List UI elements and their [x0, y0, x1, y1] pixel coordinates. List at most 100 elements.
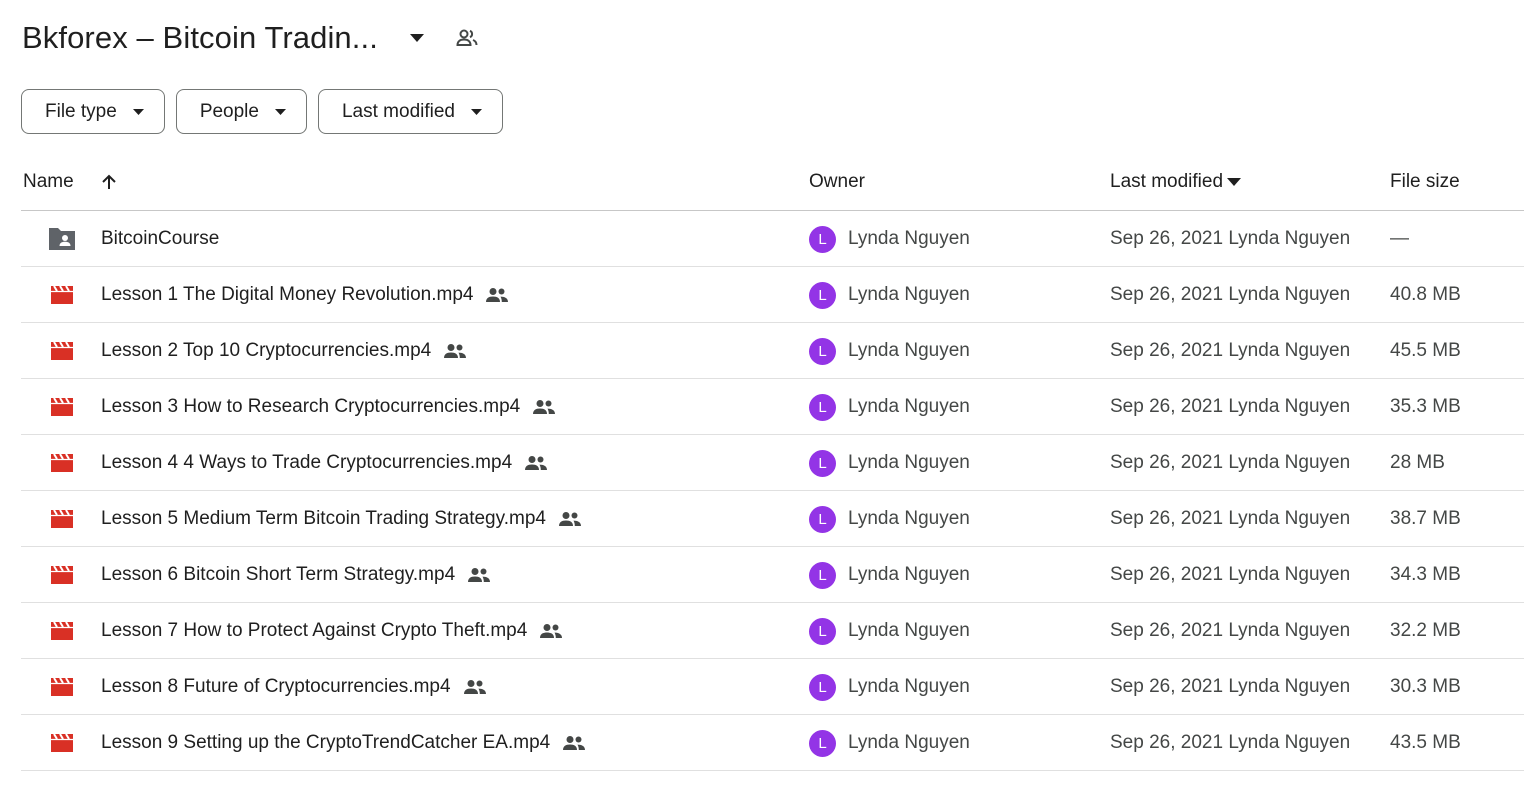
last-modified-cell: Sep 26, 2021 Lynda Nguyen	[1110, 732, 1351, 753]
last-modified-cell: Sep 26, 2021 Lynda Nguyen	[1110, 676, 1351, 697]
file-name: Lesson 5 Medium Term Bitcoin Trading Str…	[101, 508, 546, 529]
last-modified-filter[interactable]: Last modified	[317, 89, 503, 134]
file-name-cell[interactable]: Lesson 2 Top 10 Cryptocurrencies.mp4	[101, 323, 467, 379]
owner-name: Lynda Nguyen	[848, 228, 970, 249]
video-file-icon	[47, 659, 77, 715]
shared-people-icon[interactable]	[454, 25, 480, 51]
owner-name: Lynda Nguyen	[848, 676, 970, 697]
file-size-column-label: File size	[1390, 171, 1460, 192]
file-list: Name Owner Last modified File size Bitco…	[21, 155, 1524, 771]
owner-name: Lynda Nguyen	[848, 452, 970, 473]
video-file-icon	[47, 267, 77, 323]
people-filter-label: People	[199, 100, 259, 122]
folder-header: Bkforex – Bitcoin Tradin...	[22, 18, 480, 58]
file-name-cell[interactable]: Lesson 9 Setting up the CryptoTrendCatch…	[101, 715, 586, 771]
owner-cell: L Lynda Nguyen	[809, 323, 970, 379]
last-modified-cell: Sep 26, 2021 Lynda Nguyen	[1110, 340, 1351, 361]
shared-icon	[558, 511, 582, 527]
sort-descending-caret-icon	[1227, 178, 1242, 186]
owner-name: Lynda Nguyen	[848, 732, 970, 753]
chevron-down-icon	[471, 108, 482, 115]
video-file-icon	[47, 603, 77, 659]
file-type-filter-label: File type	[45, 100, 117, 122]
file-size-cell: —	[1390, 228, 1409, 249]
owner-name: Lynda Nguyen	[848, 284, 970, 305]
table-row[interactable]: Lesson 6 Bitcoin Short Term Strategy.mp4…	[21, 547, 1524, 603]
folder-menu-caret-icon[interactable]	[404, 25, 430, 51]
name-column-label: Name	[23, 171, 74, 192]
owner-name: Lynda Nguyen	[848, 340, 970, 361]
avatar[interactable]: L	[809, 393, 836, 421]
last-modified-cell: Sep 26, 2021 Lynda Nguyen	[1110, 284, 1351, 305]
chevron-down-icon	[132, 108, 144, 115]
avatar[interactable]: L	[809, 449, 836, 477]
last-modified-cell: Sep 26, 2021 Lynda Nguyen	[1110, 564, 1351, 585]
file-size-column-header[interactable]: File size	[1390, 171, 1460, 193]
table-row[interactable]: Lesson 9 Setting up the CryptoTrendCatch…	[21, 715, 1524, 771]
owner-name: Lynda Nguyen	[848, 620, 970, 641]
file-name-cell[interactable]: BitcoinCourse	[101, 211, 219, 267]
file-name-cell[interactable]: Lesson 7 How to Protect Against Crypto T…	[101, 603, 563, 659]
file-name: Lesson 4 4 Ways to Trade Cryptocurrencie…	[101, 452, 513, 473]
owner-cell: L Lynda Nguyen	[809, 267, 970, 323]
shared-icon	[532, 399, 556, 415]
shared-icon	[443, 343, 467, 359]
file-name-cell[interactable]: Lesson 4 4 Ways to Trade Cryptocurrencie…	[101, 435, 548, 491]
table-row[interactable]: Lesson 8 Future of Cryptocurrencies.mp4 L…	[21, 659, 1524, 715]
file-name: Lesson 9 Setting up the CryptoTrendCatch…	[101, 732, 551, 753]
owner-name: Lynda Nguyen	[848, 396, 970, 417]
file-name-cell[interactable]: Lesson 6 Bitcoin Short Term Strategy.mp4	[101, 547, 491, 603]
avatar[interactable]: L	[809, 729, 836, 757]
file-list-header: Name Owner Last modified File size	[21, 155, 1524, 211]
table-row[interactable]: Lesson 7 How to Protect Against Crypto T…	[21, 603, 1524, 659]
file-name-cell[interactable]: Lesson 3 How to Research Cryptocurrencie…	[101, 379, 556, 435]
file-size-cell: 40.8 MB	[1390, 284, 1461, 305]
file-name-cell[interactable]: Lesson 1 The Digital Money Revolution.mp…	[101, 267, 509, 323]
avatar[interactable]: L	[809, 673, 836, 701]
shared-folder-icon	[47, 211, 77, 267]
last-modified-cell: Sep 26, 2021 Lynda Nguyen	[1110, 228, 1351, 249]
file-size-cell: 45.5 MB	[1390, 340, 1461, 361]
table-row[interactable]: Lesson 5 Medium Term Bitcoin Trading Str…	[21, 491, 1524, 547]
sort-ascending-arrow-icon[interactable]	[100, 173, 118, 191]
last-modified-column-label: Last modified	[1110, 171, 1224, 192]
owner-cell: L Lynda Nguyen	[809, 603, 970, 659]
last-modified-cell: Sep 26, 2021 Lynda Nguyen	[1110, 396, 1351, 417]
file-name-cell[interactable]: Lesson 8 Future of Cryptocurrencies.mp4	[101, 659, 487, 715]
last-modified-cell: Sep 26, 2021 Lynda Nguyen	[1110, 620, 1351, 641]
last-modified-cell: Sep 26, 2021 Lynda Nguyen	[1110, 508, 1351, 529]
file-size-cell: 43.5 MB	[1390, 732, 1461, 753]
file-name-cell[interactable]: Lesson 5 Medium Term Bitcoin Trading Str…	[101, 491, 582, 547]
last-modified-column-header[interactable]: Last modified	[1110, 171, 1242, 193]
avatar[interactable]: L	[809, 505, 836, 533]
last-modified-cell: Sep 26, 2021 Lynda Nguyen	[1110, 452, 1351, 473]
owner-cell: L Lynda Nguyen	[809, 491, 970, 547]
shared-icon	[467, 567, 491, 583]
table-row[interactable]: Lesson 4 4 Ways to Trade Cryptocurrencie…	[21, 435, 1524, 491]
table-row[interactable]: Lesson 2 Top 10 Cryptocurrencies.mp4 L Lyn…	[21, 323, 1524, 379]
file-size-cell: 28 MB	[1390, 452, 1445, 473]
file-size-cell: 35.3 MB	[1390, 396, 1461, 417]
avatar[interactable]: L	[809, 225, 836, 253]
owner-column-header[interactable]: Owner	[809, 171, 865, 193]
people-filter[interactable]: People	[175, 89, 307, 134]
file-type-filter[interactable]: File type	[21, 89, 165, 134]
file-name: Lesson 1 The Digital Money Revolution.mp…	[101, 284, 474, 305]
file-size-cell: 34.3 MB	[1390, 564, 1461, 585]
file-name: Lesson 6 Bitcoin Short Term Strategy.mp4	[101, 564, 456, 585]
avatar[interactable]: L	[809, 617, 836, 645]
shared-icon	[485, 287, 509, 303]
table-row[interactable]: Lesson 1 The Digital Money Revolution.mp…	[21, 267, 1524, 323]
owner-cell: L Lynda Nguyen	[809, 435, 970, 491]
table-row[interactable]: BitcoinCourse L Lynda Nguyen Sep 26, 2021 L…	[21, 211, 1524, 267]
table-row[interactable]: Lesson 3 How to Research Cryptocurrencie…	[21, 379, 1524, 435]
file-name: Lesson 8 Future of Cryptocurrencies.mp4	[101, 676, 451, 697]
owner-column-label: Owner	[809, 171, 865, 192]
shared-icon	[562, 735, 586, 751]
video-file-icon	[47, 323, 77, 379]
avatar[interactable]: L	[809, 561, 836, 589]
avatar[interactable]: L	[809, 281, 836, 309]
avatar[interactable]: L	[809, 337, 836, 365]
file-rows: BitcoinCourse L Lynda Nguyen Sep 26, 2021 L…	[21, 211, 1524, 771]
name-column-header[interactable]: Name	[23, 171, 118, 193]
